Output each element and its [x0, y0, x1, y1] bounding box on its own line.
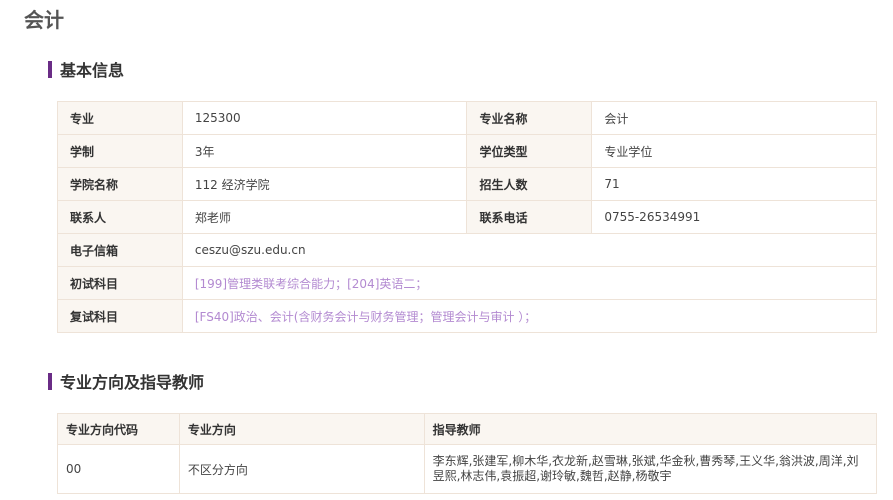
heading-accent-bar	[48, 372, 52, 390]
retest-subjects-link[interactable]: [FS40]政治、会计(含财务会计与财务管理；管理会计与审计 ）；	[181, 299, 878, 333]
email-value[interactable]: ceszu@szu.edu.cn	[181, 233, 878, 267]
info-label: 学位类型	[466, 134, 593, 168]
email-label: 电子信箱	[57, 233, 183, 267]
direction-name: 不区分方向	[178, 444, 425, 494]
info-label: 学制	[57, 134, 183, 168]
retest-label: 复试科目	[57, 299, 183, 333]
direction-code: 00	[57, 444, 180, 494]
info-row-prelim: 初试科目 [199]管理类联考综合能力；[204]英语二；	[57, 266, 878, 300]
info-value: 郑老师	[181, 200, 468, 234]
info-row-email: 电子信箱 ceszu@szu.edu.cn	[57, 233, 878, 267]
info-label: 联系人	[57, 200, 183, 234]
table-row: 00 不区分方向 李东辉,张建军,柳木华,衣龙新,赵雪琳,张斌,华金秋,曹秀琴,…	[57, 444, 878, 494]
info-value: 专业学位	[591, 134, 877, 168]
advisor-list: 李东辉,张建军,柳木华,衣龙新,赵雪琳,张斌,华金秋,曹秀琴,王义华,翁洪波,周…	[423, 444, 878, 494]
info-value: 3年	[181, 134, 468, 168]
info-row: 学制 3年 学位类型 专业学位	[57, 134, 877, 168]
directions-table: 专业方向代码 专业方向 指导教师 00 不区分方向 李东辉,张建军,柳木华,衣龙…	[57, 413, 878, 494]
heading-accent-bar	[48, 60, 52, 78]
directions-header-row: 专业方向代码 专业方向 指导教师	[57, 413, 878, 445]
info-value: 112 经济学院	[181, 167, 468, 201]
column-header: 专业方向	[178, 413, 425, 445]
info-label: 学院名称	[57, 167, 183, 201]
info-value: 会计	[591, 101, 877, 135]
basic-info-heading-text: 基本信息	[60, 61, 125, 80]
info-row-retest: 复试科目 [FS40]政治、会计(含财务会计与财务管理；管理会计与审计 ）；	[57, 299, 878, 333]
info-row: 联系人 郑老师 联系电话 0755-26534991	[57, 200, 877, 234]
info-label: 专业名称	[466, 101, 593, 135]
info-row: 专业 125300 专业名称 会计	[57, 101, 877, 135]
info-value: 71	[591, 167, 877, 201]
info-row: 学院名称 112 经济学院 招生人数 71	[57, 167, 877, 201]
prelim-label: 初试科目	[57, 266, 183, 300]
info-value: 0755-26534991	[591, 200, 877, 234]
basic-info-table: 专业 125300 专业名称 会计 学制 3年 学位类型 专业学位 学院名称 1…	[57, 101, 878, 333]
column-header: 专业方向代码	[57, 413, 180, 445]
info-label: 联系电话	[466, 200, 593, 234]
column-header: 指导教师	[423, 413, 878, 445]
info-label: 专业	[57, 101, 183, 135]
directions-heading-text: 专业方向及指导教师	[60, 373, 205, 392]
page-title: 会计	[24, 8, 64, 32]
info-label: 招生人数	[466, 167, 593, 201]
directions-heading: 专业方向及指导教师	[48, 371, 205, 392]
basic-info-heading: 基本信息	[48, 59, 125, 80]
prelim-subjects-link[interactable]: [199]管理类联考综合能力；[204]英语二；	[181, 266, 878, 300]
info-value: 125300	[181, 101, 468, 135]
